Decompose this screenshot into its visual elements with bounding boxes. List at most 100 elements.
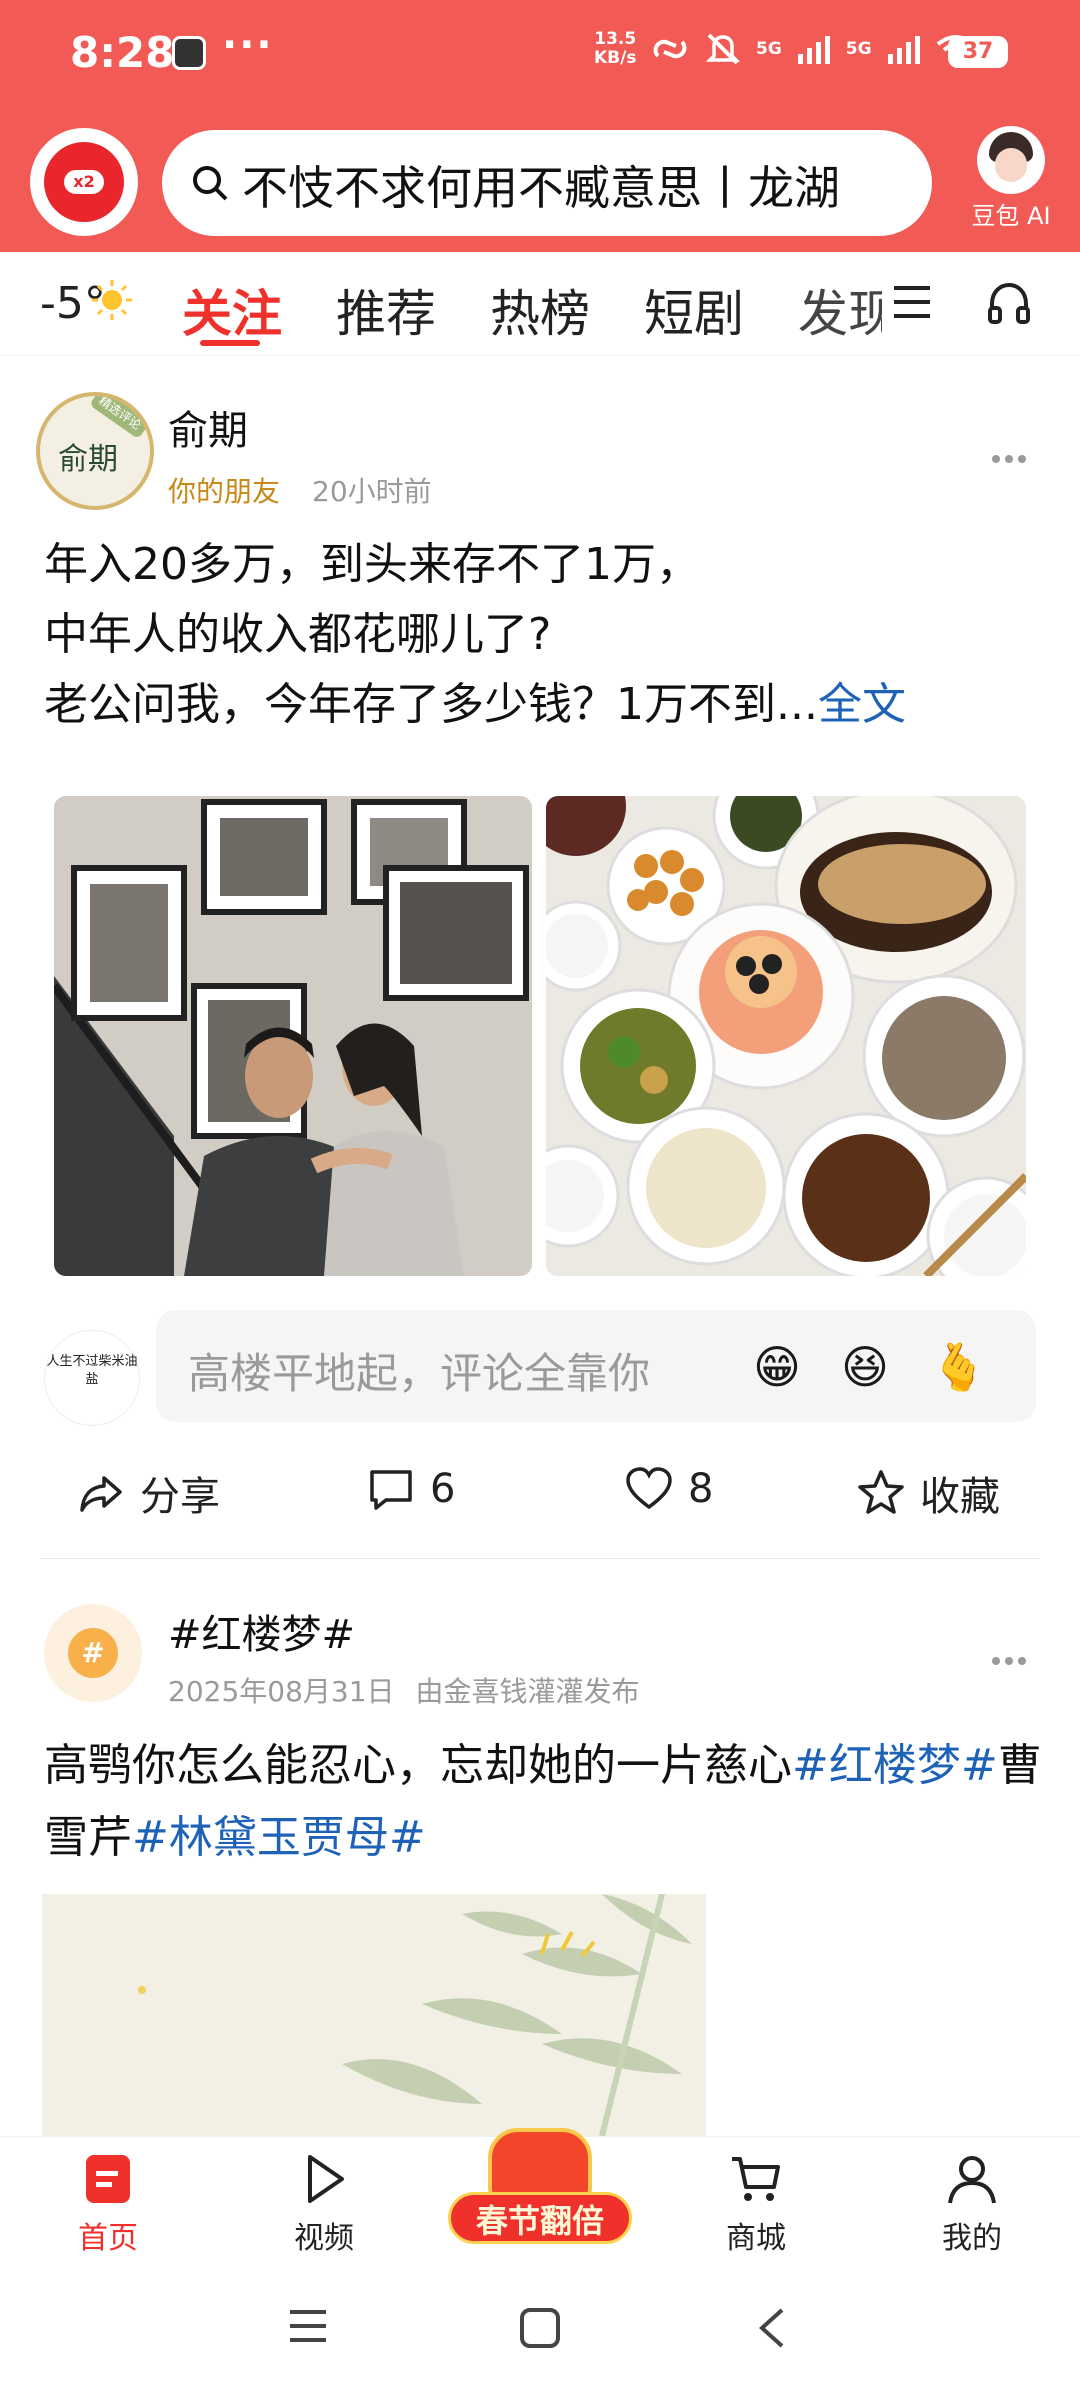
relation-label: 你的朋友 [168,475,281,508]
grin-emoji-button[interactable]: 😁 [748,1338,806,1396]
topic-publisher: 由金喜钱灌灌发布 [415,1675,640,1708]
more-options-icon-2[interactable] [992,1650,1034,1665]
net-speed: 13.5 KB/s [594,30,636,68]
bamboo-painting-image[interactable] [42,1894,706,2136]
post-text[interactable]: 年入20多万，到头来存不了1万， 中年人的收入都花哪儿了? 老公问我，今年存了多… [44,530,1044,740]
read-full-link[interactable]: 全文 [818,679,906,730]
author-name[interactable]: 俞期 [168,398,248,456]
share-label: 分享 [140,1474,220,1520]
topic-avatar[interactable]: # [44,1604,142,1702]
more-options-icon[interactable] [992,448,1034,463]
top-header: 8:28 ··· 13.5 KB/s 5G 5G 37 x2 不忮不求何用不臧意… [0,0,1080,252]
active-tab-indicator [200,340,260,346]
search-hot-query: 不忮不求何用不臧意思丨龙湖 [242,161,840,215]
post-text-line2: 中年人的收入都花哪儿了? [44,609,552,660]
tab-short-drama[interactable]: 短剧 [644,274,744,346]
tab-follow[interactable]: 关注 [182,274,282,346]
back-icon[interactable] [752,2306,792,2350]
status-more-icon: ··· [222,22,274,68]
nav-mall[interactable]: 商城 [696,2151,816,2257]
laughing-emoji-button[interactable]: 😆 [836,1338,894,1396]
favorite-button[interactable]: 收藏 [856,1464,1000,1522]
topic-text-main: 高鹗你怎么能忍心，忘却她的一片慈心 [44,1740,792,1791]
post-text-line3: 老公问我，今年存了多少钱？1万不到...全文 [44,670,1044,740]
my-avatar-text: 人生不过柴米油盐 [46,1354,138,1387]
dinner-dishes-photo[interactable] [546,796,1026,1276]
post-divider [40,1558,1040,1559]
comment-placeholder: 高楼平地起，评论全靠你 [188,1349,651,1398]
avatar-tag: 精选评论 [89,396,150,440]
menu-icon[interactable] [890,282,934,322]
topic-post-text[interactable]: 高鹗你怎么能忍心，忘却她的一片慈心#红楼梦#曹雪芹#林黛玉贾母# [44,1730,1044,1874]
headphones-icon[interactable] [986,280,1032,326]
logo-badge: x2 [64,170,104,194]
search-icon [193,166,228,201]
promo-label: 春节翻倍 [448,2192,632,2244]
play-icon [308,2155,344,2203]
post-text-line1: 年入20多万，到头来存不了1万， [44,539,700,590]
post-time: 20小时前 [312,475,432,508]
comment-button[interactable]: 6 [366,1464,455,1514]
recent-apps-icon[interactable] [286,2306,330,2346]
couple-photo[interactable] [54,796,532,1276]
dinner-photo-art [546,796,1026,1276]
clock-app-icon [172,36,206,70]
tab-hot-list[interactable]: 热榜 [490,274,590,346]
user-icon [948,2156,996,2204]
hashtag-honglou[interactable]: #红楼梦# [792,1740,998,1791]
signal2-label: 5G [845,39,872,59]
bamboo-painting-art [42,1894,706,2136]
finger-heart-emoji-button[interactable]: 🫰 [930,1338,988,1396]
nav-home[interactable]: 首页 [48,2151,168,2257]
topic-meta: 2025年08月31日 由金喜钱灌灌发布 [168,1670,639,1710]
comment-input[interactable]: 高楼平地起，评论全靠你 😁 😆 🫰 [156,1310,1036,1422]
status-time: 8:28 [70,28,175,77]
net-speed-value: 13.5 [594,29,637,49]
net-speed-unit: KB/s [594,48,637,68]
nav-video-label: 视频 [294,2221,354,2256]
home-system-icon[interactable] [518,2306,562,2350]
app-logo-button[interactable]: x2 [30,128,138,236]
link-icon [653,39,687,59]
home-icon [86,2155,130,2203]
topic-title[interactable]: #红楼梦# [168,1602,355,1660]
share-icon [80,1476,122,1512]
star-icon [858,1470,904,1514]
status-bar: 8:28 ··· 13.5 KB/s 5G 5G 37 [0,0,1080,108]
share-button[interactable]: 分享 [76,1464,220,1522]
my-avatar[interactable]: 人生不过柴米油盐 [44,1330,140,1426]
comment-icon [370,1470,412,1510]
mute-bell-icon [705,33,741,65]
search-bar[interactable]: 不忮不求何用不臧意思丨龙湖 [162,130,932,236]
spring-festival-promo-button[interactable]: 春节翻倍 [448,2128,632,2246]
post-actions: 分享 6 8 收藏 [0,1440,1080,1540]
heart-icon [626,1467,672,1510]
sun-weather-icon [92,280,132,320]
nav-home-label: 首页 [78,2221,138,2256]
post-text-line3-content: 老公问我，今年存了多少钱？1万不到... [44,679,818,730]
favorite-label: 收藏 [920,1474,1000,1520]
signal-bars-icon [797,36,830,64]
tab-recommend[interactable]: 推荐 [336,274,436,346]
status-icons: 5G 5G [650,30,976,68]
like-button[interactable]: 8 [624,1464,713,1514]
nav-mine-label: 我的 [942,2221,1002,2256]
app-logo-icon: x2 [44,142,124,222]
signal-bars-icon-2 [887,36,920,64]
author-avatar[interactable]: 精选评论 俞期 [36,392,154,510]
nav-video[interactable]: 视频 [264,2151,384,2257]
doubao-ai-label: 豆包 AI [971,202,1051,230]
hashtag-icon: # [68,1628,118,1678]
topic-date: 2025年08月31日 [168,1675,395,1708]
cart-icon [732,2157,780,2201]
tab-discover[interactable]: 发现 [798,274,882,346]
hashtag-lindaiyu[interactable]: #林黛玉贾母# [132,1812,426,1863]
avatar-name-art: 俞期 [58,442,118,477]
nav-mall-label: 商城 [726,2221,786,2256]
doubao-ai-button[interactable]: 豆包 AI [956,126,1066,236]
channel-tabs: -5° 关注 推荐 热榜 短剧 发现 [0,252,1080,356]
signal1-label: 5G [756,39,782,59]
nav-mine[interactable]: 我的 [912,2151,1032,2257]
couple-photo-art [54,796,532,1276]
system-nav-bar [0,2260,1080,2400]
